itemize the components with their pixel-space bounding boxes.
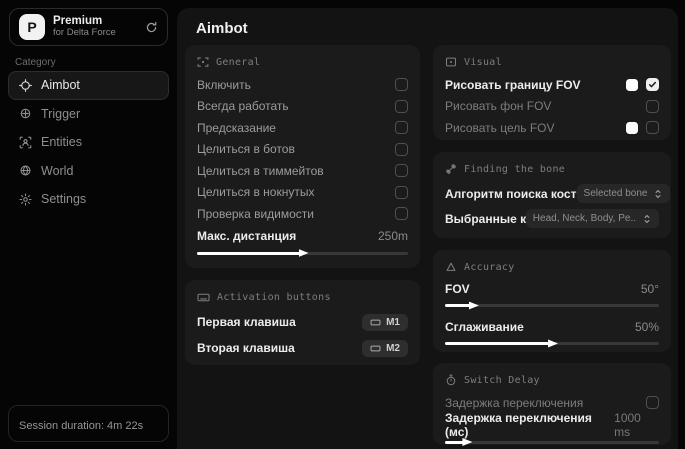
monitor-icon bbox=[445, 56, 457, 68]
checkbox-visibility-check[interactable] bbox=[395, 207, 408, 221]
sidebar-item-label: World bbox=[41, 163, 74, 178]
fov-target-color-swatch[interactable] bbox=[626, 121, 638, 134]
max-distance-row: Макс. дистанция 250m bbox=[197, 228, 408, 243]
sidebar-item-label: Aimbot bbox=[41, 78, 80, 93]
fov-border-color-swatch[interactable] bbox=[626, 78, 638, 91]
sidebar-item-trigger[interactable]: Trigger bbox=[8, 100, 169, 129]
setting-row: Целиться в нокнутых bbox=[197, 182, 408, 204]
entities-icon bbox=[19, 136, 32, 149]
keybind-button-secondary[interactable]: M2 bbox=[362, 339, 408, 357]
page-title: Aimbot bbox=[196, 20, 248, 37]
accuracy-card: Accuracy FOV 50° Сглаживание 50% bbox=[433, 250, 671, 352]
checkbox-prediction[interactable] bbox=[395, 121, 408, 135]
checkbox-target-teammates[interactable] bbox=[395, 164, 408, 178]
keybind-row: Вторая клавиша M2 bbox=[197, 335, 408, 361]
activation-card: Activation buttons Первая клавиша M1 Вто… bbox=[185, 280, 420, 365]
bone-icon bbox=[445, 163, 457, 175]
selected-bones-row: Выбранные кости Head, Neck, Body, Pe.. bbox=[445, 206, 659, 231]
smoothing-value: 50% bbox=[634, 320, 659, 334]
switch-delay-slider[interactable] bbox=[445, 438, 659, 446]
smoothing-slider[interactable] bbox=[445, 339, 659, 348]
switch-delay-value: 1000 ms bbox=[614, 410, 641, 439]
selected-bones-select[interactable]: Head, Neck, Body, Pe.. bbox=[525, 209, 659, 228]
unfold-icon bbox=[656, 189, 661, 198]
unfold-icon bbox=[644, 214, 650, 223]
max-distance-slider[interactable] bbox=[197, 249, 408, 257]
setting-row: Проверка видимости bbox=[197, 203, 408, 225]
setting-row: Целиться в ботов bbox=[197, 139, 408, 161]
category-label: Category bbox=[15, 57, 56, 68]
setting-row: Рисовать цель FOV bbox=[445, 117, 659, 139]
sidebar-item-label: Settings bbox=[41, 192, 87, 207]
activation-section-header: Activation buttons bbox=[197, 289, 408, 305]
checkbox-draw-fov-target[interactable] bbox=[646, 121, 659, 135]
checkbox-target-knocked[interactable] bbox=[395, 185, 408, 199]
checkbox-target-bots[interactable] bbox=[395, 142, 408, 156]
checkbox-enable[interactable] bbox=[395, 78, 408, 92]
accuracy-section-header: Accuracy bbox=[445, 259, 659, 275]
keybind-row: Первая клавиша M1 bbox=[197, 309, 408, 335]
setting-row: Рисовать фон FOV bbox=[445, 96, 659, 118]
setting-row: Предсказание bbox=[197, 117, 408, 139]
general-section-header: General bbox=[197, 54, 408, 70]
sidebar-item-world[interactable]: World bbox=[8, 157, 169, 186]
sidebar-item-settings[interactable]: Settings bbox=[8, 185, 169, 214]
sidebar-item-label: Entities bbox=[41, 135, 82, 150]
main-panel: Aimbot General Включить Всегда работать … bbox=[177, 8, 678, 449]
sidebar-item-label: Trigger bbox=[41, 106, 81, 121]
max-distance-value: 250m bbox=[377, 228, 408, 243]
slider-thumb[interactable] bbox=[468, 301, 479, 310]
checkbox-switch-delay[interactable] bbox=[646, 396, 659, 410]
sidebar: P Premium for Delta Force Category Aimbo… bbox=[0, 0, 177, 449]
fov-slider[interactable] bbox=[445, 301, 659, 310]
bone-algorithm-row: Алгоритм поиска костей Selected bone bbox=[445, 181, 671, 206]
sidebar-item-entities[interactable]: Entities bbox=[8, 128, 169, 157]
slider-thumb[interactable] bbox=[298, 249, 309, 257]
setting-row: Всегда работать bbox=[197, 96, 408, 118]
sidebar-nav: Aimbot Trigger Entities World Settings bbox=[8, 71, 169, 214]
fov-row: FOV 50° bbox=[445, 282, 659, 296]
fov-value: 50° bbox=[640, 282, 659, 296]
checkbox-draw-fov-border[interactable] bbox=[646, 78, 659, 92]
bone-section-header: Finding the bone bbox=[445, 161, 659, 177]
checkbox-draw-fov-background[interactable] bbox=[646, 99, 659, 113]
visual-section-header: Visual bbox=[445, 54, 659, 70]
setting-row: Целиться в тиммейтов bbox=[197, 160, 408, 182]
switch-delay-section-header: Switch Delay bbox=[445, 372, 659, 388]
bone-card: Finding the bone Алгоритм поиска костей … bbox=[433, 152, 671, 238]
setting-row: Рисовать границу FOV bbox=[445, 74, 659, 96]
sidebar-item-aimbot[interactable]: Aimbot bbox=[8, 71, 169, 100]
viewfinder-icon bbox=[197, 56, 209, 68]
switch-delay-card: Switch Delay Задержка переключения Задер… bbox=[433, 363, 671, 446]
general-card: General Включить Всегда работать Предска… bbox=[185, 45, 420, 268]
setting-row: Включить bbox=[197, 74, 408, 96]
keybind-button-primary[interactable]: M1 bbox=[362, 313, 408, 331]
app-logo: P bbox=[19, 14, 45, 40]
globe-icon bbox=[19, 164, 32, 177]
gear-icon bbox=[19, 193, 32, 206]
switch-delay-ms-row: Задержка переключения (мс) 1000 ms bbox=[445, 410, 659, 439]
crosshair-icon bbox=[19, 78, 32, 92]
bone-algorithm-select[interactable]: Selected bone bbox=[576, 184, 671, 203]
app-header: P Premium for Delta Force bbox=[9, 8, 168, 46]
slider-thumb[interactable] bbox=[462, 438, 473, 446]
triangle-icon bbox=[445, 261, 457, 273]
visual-card: Visual Рисовать границу FOV Рисовать фон… bbox=[433, 45, 671, 140]
app-subtitle: for Delta Force bbox=[53, 27, 116, 39]
trigger-icon bbox=[19, 107, 32, 120]
slider-thumb[interactable] bbox=[548, 339, 558, 348]
smoothing-row: Сглаживание 50% bbox=[445, 320, 659, 334]
refresh-icon[interactable] bbox=[145, 21, 158, 34]
stopwatch-icon bbox=[445, 374, 457, 386]
keyboard-icon bbox=[197, 291, 210, 304]
checkbox-always-work[interactable] bbox=[395, 99, 408, 113]
session-duration: Session duration: 4m 22s bbox=[8, 405, 169, 442]
